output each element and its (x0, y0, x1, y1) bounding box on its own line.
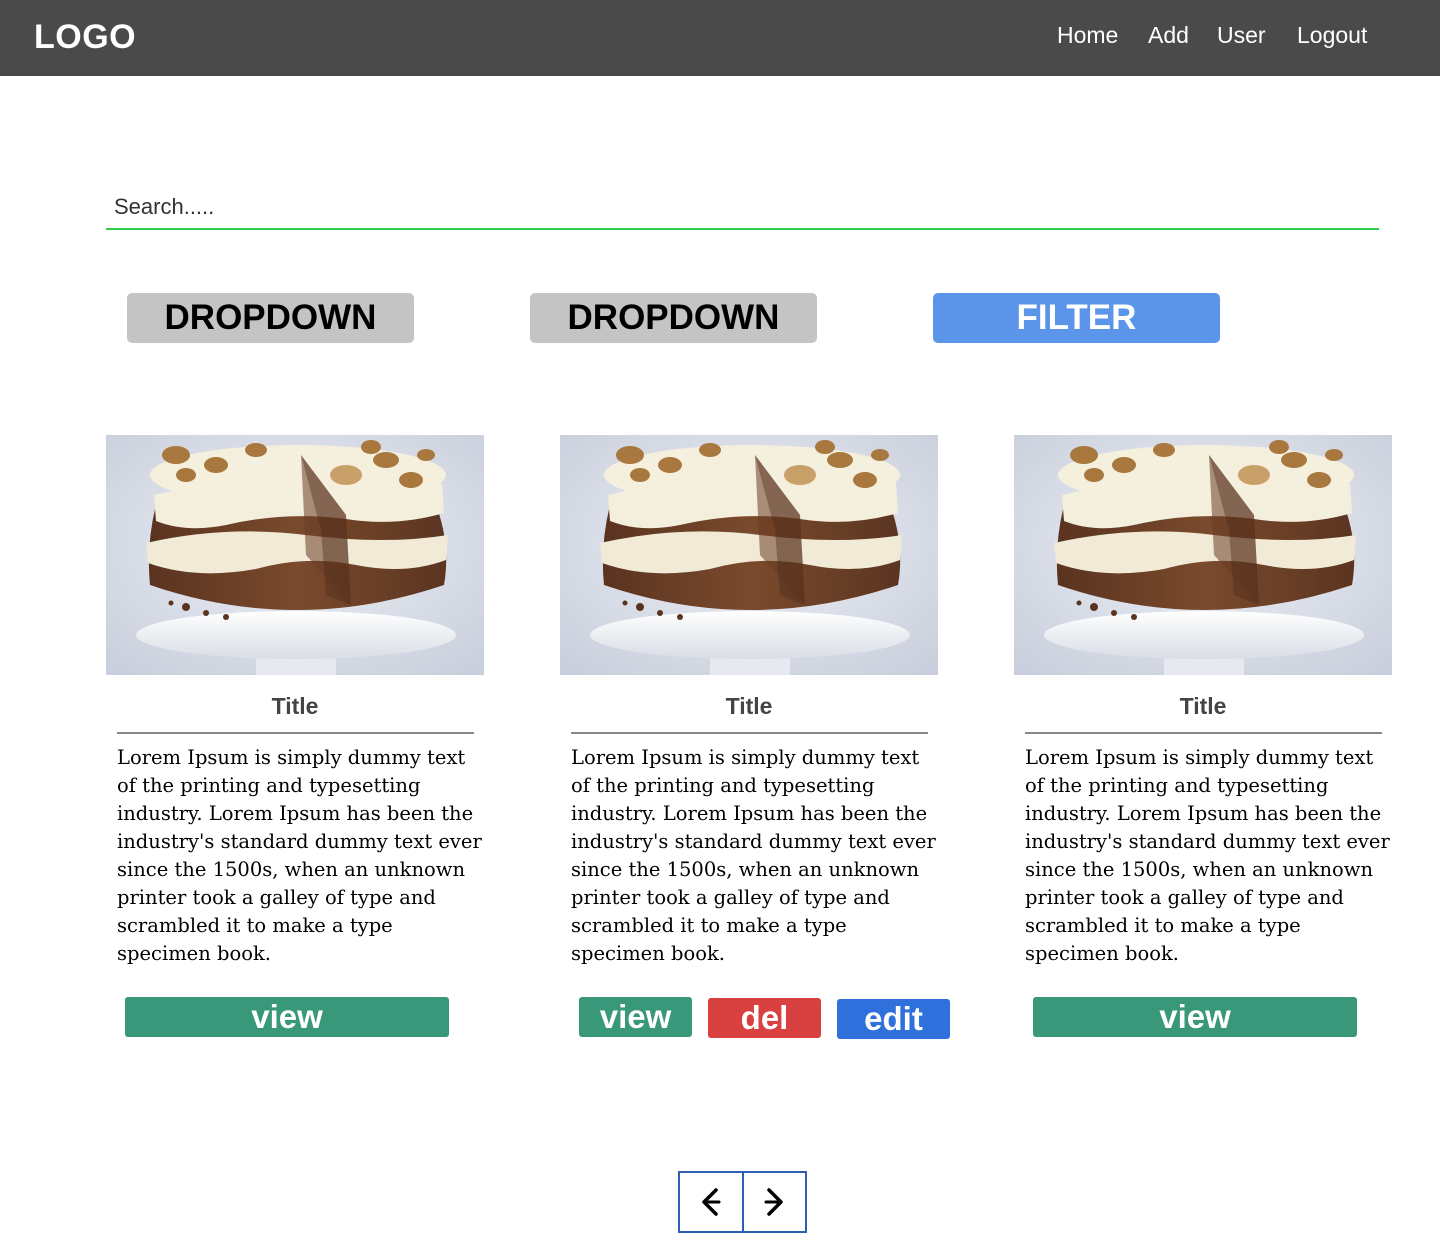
pagination (678, 1171, 807, 1233)
nav-logout-link[interactable]: Logout (1297, 22, 1367, 49)
logo[interactable]: LOGO (34, 18, 136, 57)
recipe-card: Title Lorem Ipsum is simply dummy text o… (560, 435, 938, 968)
card-description: Lorem Ipsum is simply dummy text of the … (571, 746, 936, 965)
top-navbar: LOGO Home Add User Logout (0, 0, 1440, 76)
delete-button[interactable]: del (708, 998, 821, 1038)
search-input[interactable] (106, 186, 1379, 230)
card-description: Lorem Ipsum is simply dummy text of the … (117, 746, 482, 965)
next-page-button[interactable] (741, 1173, 805, 1231)
card-title: Title (271, 693, 319, 719)
card-description: Lorem Ipsum is simply dummy text of the … (1025, 746, 1390, 965)
recipe-card: Title Lorem Ipsum is simply dummy text o… (1014, 435, 1392, 968)
chevron-right-icon (764, 1188, 783, 1216)
dropdown-1[interactable]: DROPDOWN (127, 293, 414, 343)
dropdown-2[interactable]: DROPDOWN (530, 293, 817, 343)
cake-picture (106, 435, 484, 675)
card-divider (1025, 732, 1382, 734)
cake-image[interactable] (1014, 435, 1392, 675)
view-button[interactable]: view (579, 997, 692, 1037)
cake-picture (560, 435, 938, 675)
cake-image[interactable] (560, 435, 938, 675)
prev-page-button[interactable] (680, 1173, 742, 1231)
nav-add-link[interactable]: Add (1148, 22, 1189, 49)
card-title: Title (1179, 693, 1227, 719)
cake-picture (1014, 435, 1392, 675)
card-divider (571, 732, 928, 734)
view-button[interactable]: view (1033, 997, 1357, 1037)
nav-user-link[interactable]: User (1217, 22, 1266, 49)
cake-image[interactable] (106, 435, 484, 675)
chevron-left-icon (702, 1188, 721, 1216)
filter-button[interactable]: FILTER (933, 293, 1220, 343)
recipe-card: Title Lorem Ipsum is simply dummy text o… (106, 435, 484, 968)
edit-button[interactable]: edit (837, 999, 950, 1039)
nav-home-link[interactable]: Home (1057, 22, 1118, 49)
card-title: Title (725, 693, 773, 719)
card-divider (117, 732, 474, 734)
view-button[interactable]: view (125, 997, 449, 1037)
